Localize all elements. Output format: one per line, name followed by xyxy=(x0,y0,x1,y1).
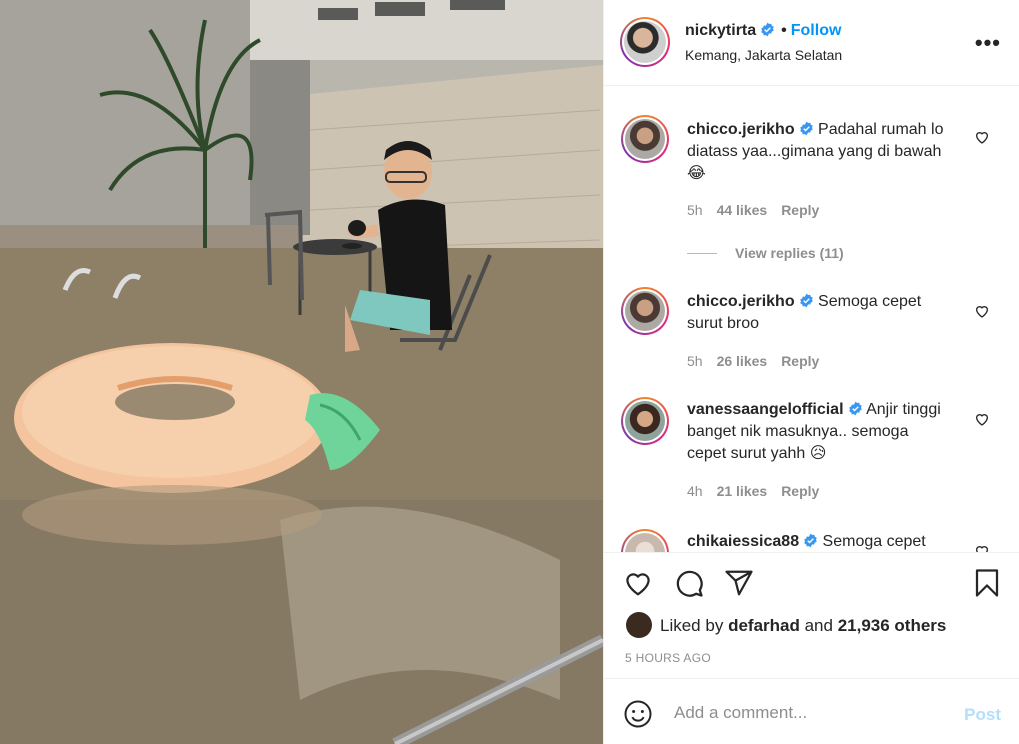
comment-likes[interactable]: 26 likes xyxy=(717,353,768,369)
post-actions: Liked by defarhad and 21,936 others 5 HO… xyxy=(604,552,1019,678)
verified-icon xyxy=(799,121,813,136)
post-side-panel: nickytirta • Follow Kemang, Jakarta Selata… xyxy=(603,0,1019,744)
bookmark-icon[interactable] xyxy=(972,568,1002,598)
follow-button[interactable]: Follow xyxy=(791,22,842,39)
commenter-avatar[interactable] xyxy=(621,287,669,335)
verified-icon xyxy=(761,22,774,37)
post-comment-button[interactable]: Post xyxy=(964,705,1001,725)
more-icon[interactable]: ••• xyxy=(975,30,1001,56)
comment-item: chikaiessica88 Semoga cepet xyxy=(604,529,1019,552)
heart-icon[interactable] xyxy=(623,568,653,598)
comment-time: 4h xyxy=(687,483,703,499)
comment-item: chicco.jerikho Semoga cepet surut broo 5… xyxy=(604,287,1019,387)
liker-username[interactable]: defarhad xyxy=(728,616,800,635)
post-header: nickytirta • Follow Kemang, Jakarta Selata… xyxy=(604,0,1019,86)
comment-username[interactable]: chicco.jerikho xyxy=(687,121,795,138)
comment-heart-icon[interactable] xyxy=(974,129,990,145)
comment-likes[interactable]: 21 likes xyxy=(717,483,768,499)
comment-username[interactable]: chicco.jerikho xyxy=(687,293,795,310)
view-replies-label: View replies (11) xyxy=(735,245,844,261)
comment-time: 5h xyxy=(687,202,703,218)
flooded-patio-image xyxy=(0,0,603,744)
author-avatar[interactable] xyxy=(620,17,670,67)
reply-button[interactable]: Reply xyxy=(781,483,819,499)
post-timestamp[interactable]: 5 HOURS AGO xyxy=(625,651,711,665)
liked-by-conjunction: and xyxy=(804,616,833,635)
comment-username[interactable]: chikaiessica88 xyxy=(687,533,799,550)
verified-icon xyxy=(799,293,813,308)
comment-text: Semoga cepet xyxy=(822,533,926,550)
liker-avatar[interactable] xyxy=(626,612,652,638)
liked-by-prefix: Liked by xyxy=(660,616,724,635)
post-photo[interactable] xyxy=(0,0,603,744)
add-comment-bar: Post xyxy=(604,678,1019,744)
share-icon[interactable] xyxy=(724,568,754,598)
comment-heart-icon[interactable] xyxy=(974,303,990,319)
comment-heart-icon[interactable] xyxy=(974,543,990,552)
header-separator: • xyxy=(781,22,787,39)
comment-item: vanessaangelofficial Anjir tinggi banget… xyxy=(604,397,1019,517)
comment-item: chicco.jerikho Padahal rumah lo diatass … xyxy=(604,115,1019,285)
comment-icon[interactable] xyxy=(674,568,704,598)
add-comment-input[interactable] xyxy=(674,695,944,731)
likes-count-link[interactable]: 21,936 others xyxy=(838,616,947,635)
commenter-avatar[interactable] xyxy=(621,529,669,552)
author-username[interactable]: nickytirta xyxy=(685,22,756,39)
commenter-avatar[interactable] xyxy=(621,115,669,163)
verified-icon xyxy=(848,401,862,416)
replies-divider xyxy=(687,253,717,254)
verified-icon xyxy=(804,533,817,548)
comments-list[interactable]: chicco.jerikho Padahal rumah lo diatass … xyxy=(604,87,1019,552)
comment-likes[interactable]: 44 likes xyxy=(717,202,768,218)
emoji-icon[interactable] xyxy=(623,699,653,729)
liked-by-summary: Liked by defarhad and 21,936 others xyxy=(626,612,946,638)
post-location[interactable]: Kemang, Jakarta Selatan xyxy=(685,47,842,63)
comment-time: 5h xyxy=(687,353,703,369)
reply-button[interactable]: Reply xyxy=(781,202,819,218)
comment-heart-icon[interactable] xyxy=(974,411,990,427)
reply-button[interactable]: Reply xyxy=(781,353,819,369)
view-replies-button[interactable]: View replies (11) xyxy=(687,245,844,261)
commenter-avatar[interactable] xyxy=(621,397,669,445)
comment-username[interactable]: vanessaangelofficial xyxy=(687,401,844,418)
